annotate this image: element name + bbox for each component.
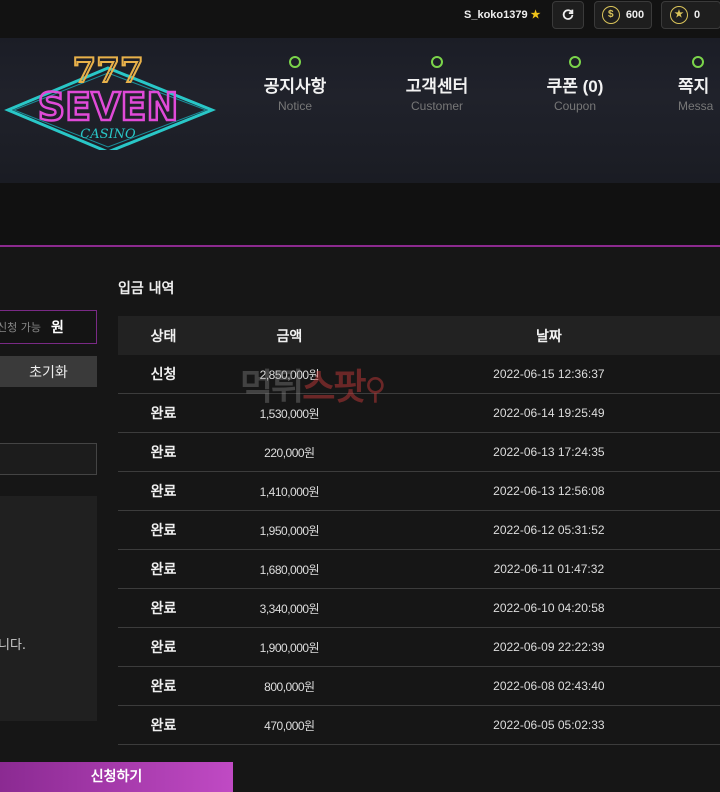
row-amount: 3,340,000원: [209, 588, 370, 628]
row-date: 2022-06-15 12:36:37: [369, 355, 720, 394]
row-date: 2022-06-13 12:56:08: [369, 471, 720, 511]
row-status: 완료: [118, 393, 210, 433]
nav-dot-icon: [289, 56, 301, 68]
col-date: 날짜: [369, 316, 720, 355]
row-date: 2022-06-08 02:43:40: [369, 666, 720, 706]
depositor-input[interactable]: [0, 443, 97, 475]
nav-dot-icon: [692, 56, 704, 68]
nav-message[interactable]: 쪽지 Messa: [678, 56, 720, 113]
refresh-icon: [561, 7, 575, 24]
row-status: 완료: [118, 666, 210, 706]
header-banner: 777 SEVEN CASINO 공지사항 Notice 고객센터 Custom…: [0, 38, 720, 183]
notice-text: 니다.: [0, 638, 27, 653]
row-status: 완료: [118, 588, 210, 628]
row-amount: 220,000원: [209, 432, 370, 472]
row-amount: 1,680,000원: [209, 549, 370, 589]
deposit-history-table: 상태 금액 날짜 신청 2,850,000원 2022-06-15 12:36:37…: [118, 316, 720, 745]
row-amount: 800,000원: [209, 666, 370, 706]
row-status: 완료: [118, 627, 210, 667]
col-amount: 금액: [209, 316, 370, 355]
star-coin-icon: ★: [670, 6, 688, 24]
row-date: 2022-06-10 04:20:58: [369, 588, 720, 628]
row-date: 2022-06-09 22:22:39: [369, 627, 720, 667]
col-status: 상태: [118, 316, 210, 355]
nav-customer[interactable]: 고객센터 Customer: [377, 56, 497, 113]
row-status: 완료: [118, 432, 210, 472]
row-status: 신청: [118, 355, 210, 394]
table-row: 완료 800,000원 2022-06-08 02:43:40: [118, 666, 720, 706]
table-row: 완료 1,410,000원 2022-06-13 12:56:08: [118, 471, 720, 511]
table-row: 신청 2,850,000원 2022-06-15 12:36:37: [118, 355, 720, 394]
table-header-row: 상태 금액 날짜: [118, 316, 720, 355]
reset-button[interactable]: 초기화: [0, 356, 97, 387]
logo-brand: SEVEN: [38, 85, 179, 129]
row-date: 2022-06-05 05:02:33: [369, 705, 720, 745]
deposit-amount-field[interactable]: 신청 가능 원: [0, 310, 97, 344]
table-row: 완료 470,000원 2022-06-05 05:02:33: [118, 705, 720, 745]
row-amount: 1,410,000원: [209, 471, 370, 511]
table-row: 완료 3,340,000원 2022-06-10 04:20:58: [118, 588, 720, 628]
dollar-coin-icon: $: [601, 6, 620, 24]
table-row: 완료 220,000원 2022-06-13 17:24:35: [118, 432, 720, 472]
nav-dot-icon: [569, 56, 581, 68]
row-status: 완료: [118, 705, 210, 745]
row-amount: 2,850,000원: [209, 355, 370, 394]
points-balance[interactable]: ★ 0: [661, 1, 720, 29]
row-status: 완료: [118, 510, 210, 550]
row-date: 2022-06-14 19:25:49: [369, 393, 720, 433]
row-status: 완료: [118, 471, 210, 511]
section-strip: [0, 183, 720, 247]
submit-button[interactable]: 신청하기: [0, 762, 233, 792]
row-date: 2022-06-12 05:31:52: [369, 510, 720, 550]
logo-sub: CASINO: [80, 127, 136, 142]
star-icon: ★: [530, 9, 541, 21]
username: S_koko1379 ★: [464, 9, 541, 21]
table-row: 완료 1,900,000원 2022-06-09 22:22:39: [118, 627, 720, 667]
nav-notice[interactable]: 공지사항 Notice: [235, 56, 355, 113]
nav-coupon[interactable]: 쿠폰 (0) Coupon: [515, 56, 635, 113]
seven-casino-logo[interactable]: 777 SEVEN CASINO: [0, 38, 220, 150]
row-status: 완료: [118, 549, 210, 589]
history-title: 입금 내역: [118, 281, 175, 297]
nav-dot-icon: [431, 56, 443, 68]
row-amount: 1,950,000원: [209, 510, 370, 550]
row-date: 2022-06-11 01:47:32: [369, 549, 720, 589]
table-row: 완료 1,530,000원 2022-06-14 19:25:49: [118, 393, 720, 433]
row-date: 2022-06-13 17:24:35: [369, 432, 720, 472]
row-amount: 1,530,000원: [209, 393, 370, 433]
refresh-button[interactable]: [552, 1, 584, 29]
row-amount: 1,900,000원: [209, 627, 370, 667]
row-amount: 470,000원: [209, 705, 370, 745]
table-row: 완료 1,680,000원 2022-06-11 01:47:32: [118, 549, 720, 589]
top-bar: S_koko1379 ★ $600 ★ 0: [0, 0, 720, 38]
table-row: 완료 1,950,000원 2022-06-12 05:31:52: [118, 510, 720, 550]
notice-box: 니다.: [0, 496, 97, 721]
money-balance[interactable]: $600: [594, 1, 652, 29]
